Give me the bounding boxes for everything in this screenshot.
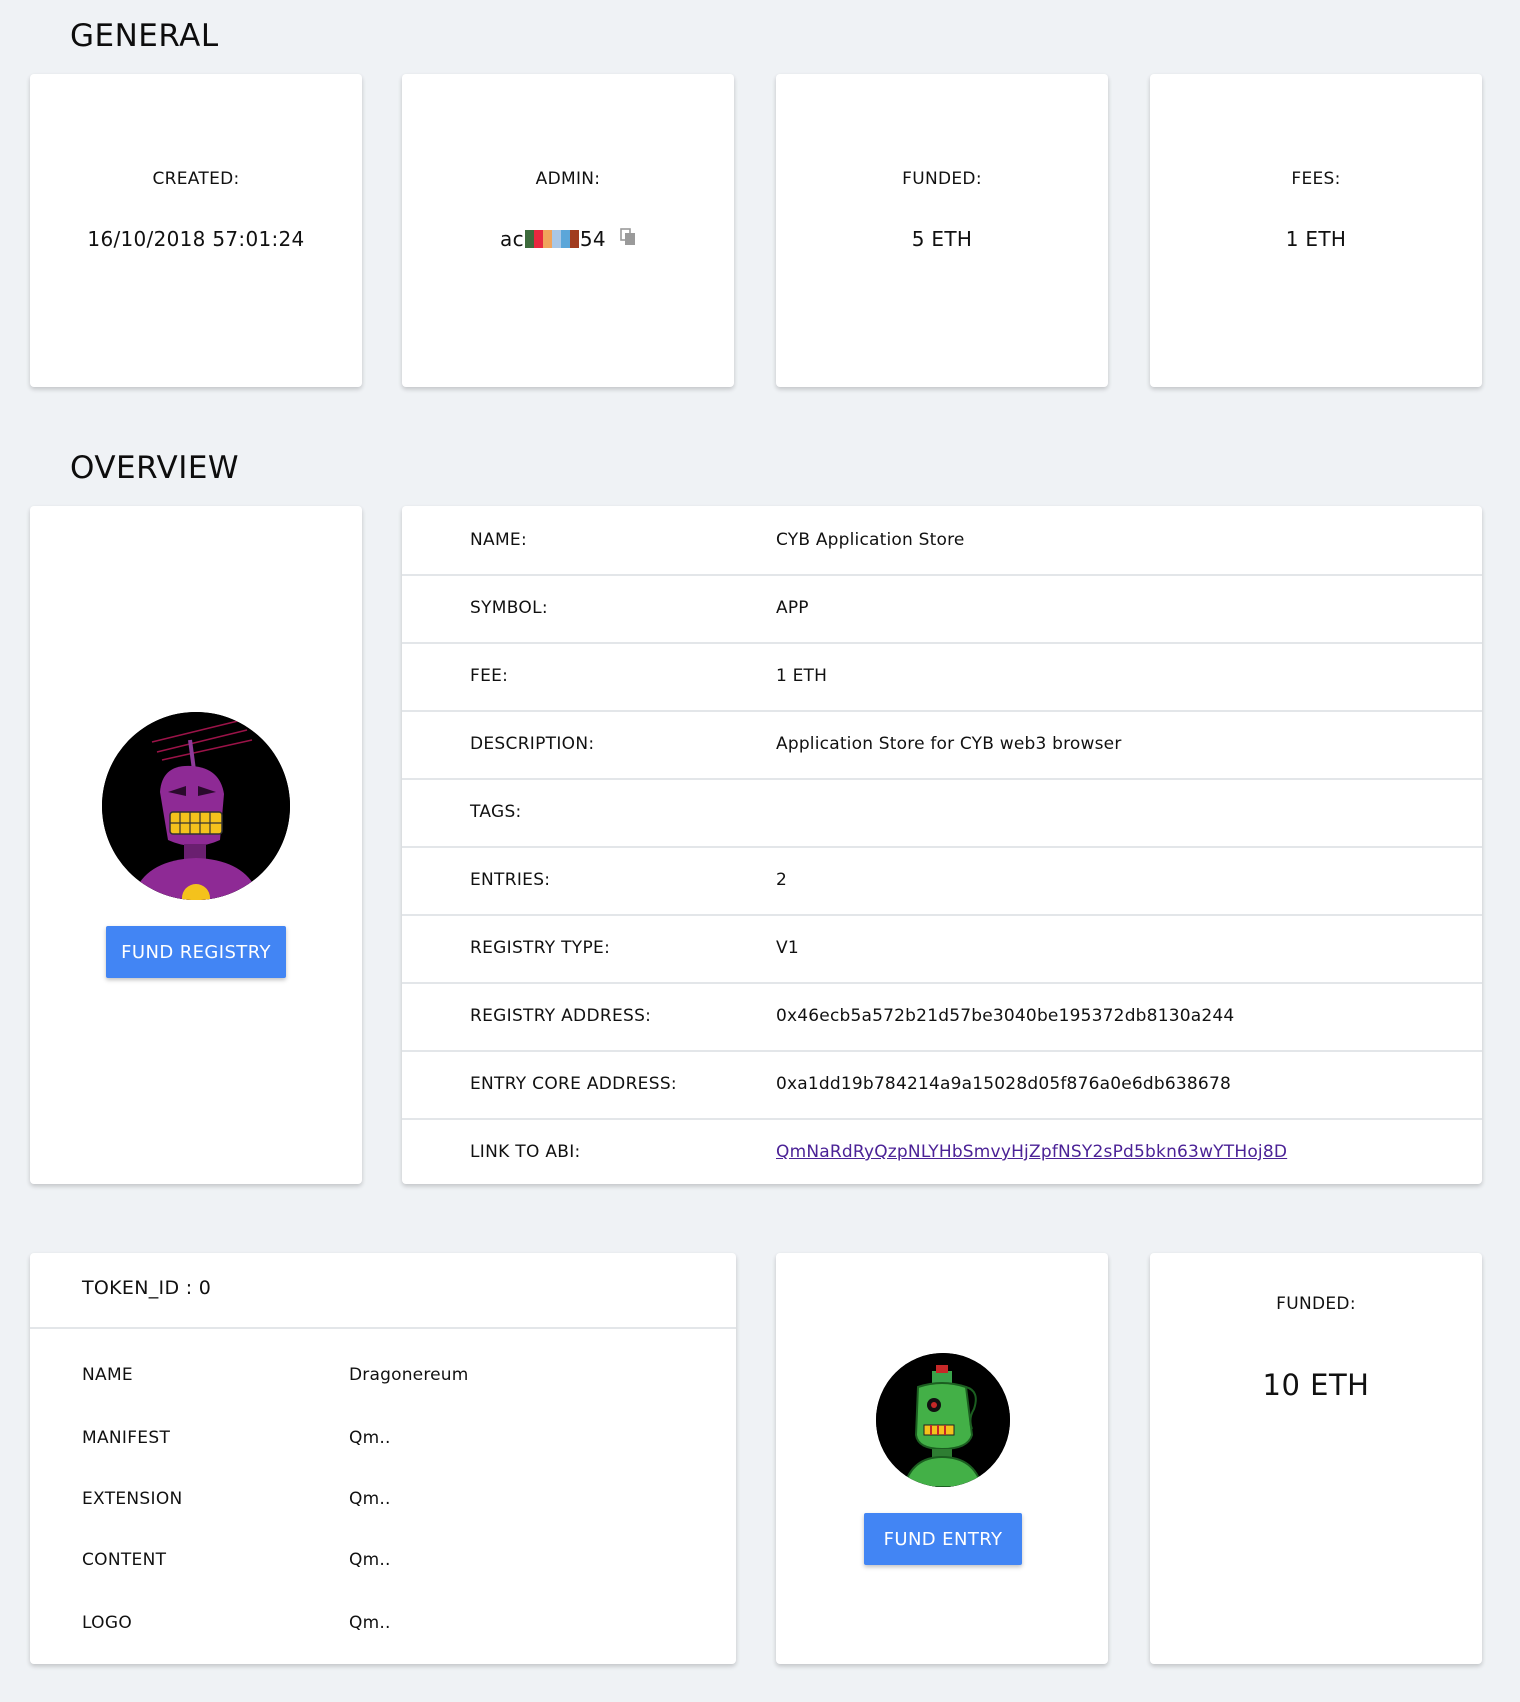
token-row-key: MANIFEST	[82, 1428, 171, 1448]
identicon-block	[560, 230, 570, 248]
general-section-title: GENERAL	[70, 18, 219, 54]
info-row: NAME: CYB Application Store	[402, 506, 1482, 576]
fees-value: 1 ETH	[1285, 227, 1347, 251]
token-row: EXTENSION Qm..	[30, 1489, 736, 1519]
token-row-value: Qm..	[349, 1613, 391, 1633]
admin-identicon	[524, 230, 579, 248]
info-row-value: V1	[776, 938, 799, 958]
token-row-key: LOGO	[82, 1613, 133, 1633]
created-card: CREATED: 16/10/2018 57:01:24	[30, 74, 362, 387]
token-row: NAME Dragonereum	[30, 1365, 736, 1395]
info-row: LINK TO ABI: QmNaRdRyQzpNLYHbSmvyHjZpfNSY…	[402, 1118, 1482, 1186]
info-row: SYMBOL: APP	[402, 574, 1482, 644]
token-row-key: CONTENT	[82, 1550, 167, 1570]
info-row-key: REGISTRY TYPE:	[470, 938, 611, 958]
info-row: TAGS:	[402, 778, 1482, 848]
token-row-value: Qm..	[349, 1428, 391, 1448]
registry-info-table: NAME: CYB Application Store SYMBOL: APP FEE:…	[402, 506, 1482, 1184]
created-value: 16/10/2018 57:01:24	[87, 227, 305, 251]
fund-registry-button[interactable]: FUND REGISTRY	[106, 926, 286, 978]
overview-section-title: OVERVIEW	[70, 450, 240, 486]
token-row-value: Qm..	[349, 1550, 391, 1570]
info-row-value: 0xa1dd19b784214a9a15028d05f876a0e6db6386…	[776, 1074, 1231, 1094]
info-row: FEE: 1 ETH	[402, 642, 1482, 712]
info-row-key: NAME:	[470, 530, 527, 550]
info-row-key: ENTRIES:	[470, 870, 551, 890]
fees-card: FEES: 1 ETH	[1150, 74, 1482, 387]
info-row-key: REGISTRY ADDRESS:	[470, 1006, 652, 1026]
info-row-key: TAGS:	[470, 802, 522, 822]
token-row-key: NAME	[82, 1365, 133, 1385]
purple-robot-avatar	[102, 712, 290, 900]
token-id-label: TOKEN_ID : 0	[82, 1277, 212, 1299]
admin-label: ADMIN:	[535, 169, 601, 189]
token-row-value: Dragonereum	[349, 1365, 469, 1385]
funded-value: 5 ETH	[911, 227, 973, 251]
token-row: MANIFEST Qm..	[30, 1428, 736, 1458]
registry-avatar-card: FUND REGISTRY	[30, 506, 362, 1184]
green-robot-avatar	[876, 1353, 1010, 1487]
copy-icon[interactable]	[620, 227, 636, 251]
admin-value: ac 54	[402, 227, 734, 251]
token-card: TOKEN_ID : 0 NAME Dragonereum MANIFEST Qm..…	[30, 1253, 736, 1664]
identicon-block	[551, 230, 561, 248]
info-row-key: DESCRIPTION:	[470, 734, 595, 754]
abi-link[interactable]: QmNaRdRyQzpNLYHbSmvyHjZpfNSY2sPd5bkn63wY…	[776, 1142, 1287, 1162]
info-row: DESCRIPTION: Application Store for CYB we…	[402, 710, 1482, 780]
info-row-value: APP	[776, 598, 809, 618]
identicon-block	[533, 230, 543, 248]
funded-card: FUNDED: 5 ETH	[776, 74, 1108, 387]
info-row-key: ENTRY CORE ADDRESS:	[470, 1074, 677, 1094]
info-row-value: CYB Application Store	[776, 530, 965, 550]
info-row: ENTRY CORE ADDRESS: 0xa1dd19b784214a9a150…	[402, 1050, 1482, 1120]
fees-label: FEES:	[1291, 169, 1341, 189]
fund-entry-button[interactable]: FUND ENTRY	[864, 1513, 1022, 1565]
token-row-key: EXTENSION	[82, 1489, 183, 1509]
info-row: REGISTRY TYPE: V1	[402, 914, 1482, 984]
info-row-value: 1 ETH	[776, 666, 828, 686]
info-row-key: SYMBOL:	[470, 598, 548, 618]
info-row-key: FEE:	[470, 666, 509, 686]
admin-address-prefix: ac	[500, 227, 524, 251]
info-row: ENTRIES: 2	[402, 846, 1482, 916]
entry-funded-card: FUNDED: 10 ETH	[1150, 1253, 1482, 1664]
entry-funded-value: 10 ETH	[1262, 1368, 1370, 1402]
token-row-value: Qm..	[349, 1489, 391, 1509]
admin-card: ADMIN: ac 54	[402, 74, 734, 387]
info-row-key: LINK TO ABI:	[470, 1142, 581, 1162]
token-row: LOGO Qm..	[30, 1613, 736, 1643]
info-row-value: 0x46ecb5a572b21d57be3040be195372db8130a2…	[776, 1006, 1235, 1026]
token-row: CONTENT Qm..	[30, 1550, 736, 1580]
identicon-block	[524, 230, 534, 248]
funded-label: FUNDED:	[902, 169, 982, 189]
info-row: REGISTRY ADDRESS: 0x46ecb5a572b21d57be304…	[402, 982, 1482, 1052]
admin-address-suffix: 54	[579, 227, 606, 251]
token-header: TOKEN_ID : 0	[30, 1253, 736, 1329]
identicon-block	[542, 230, 552, 248]
info-row-value: Application Store for CYB web3 browser	[776, 734, 1122, 754]
entry-funded-label: FUNDED:	[1276, 1294, 1356, 1314]
entry-avatar-card: FUND ENTRY	[776, 1253, 1108, 1664]
identicon-block	[569, 230, 579, 248]
info-row-value: 2	[776, 870, 788, 890]
created-label: CREATED:	[152, 169, 240, 189]
